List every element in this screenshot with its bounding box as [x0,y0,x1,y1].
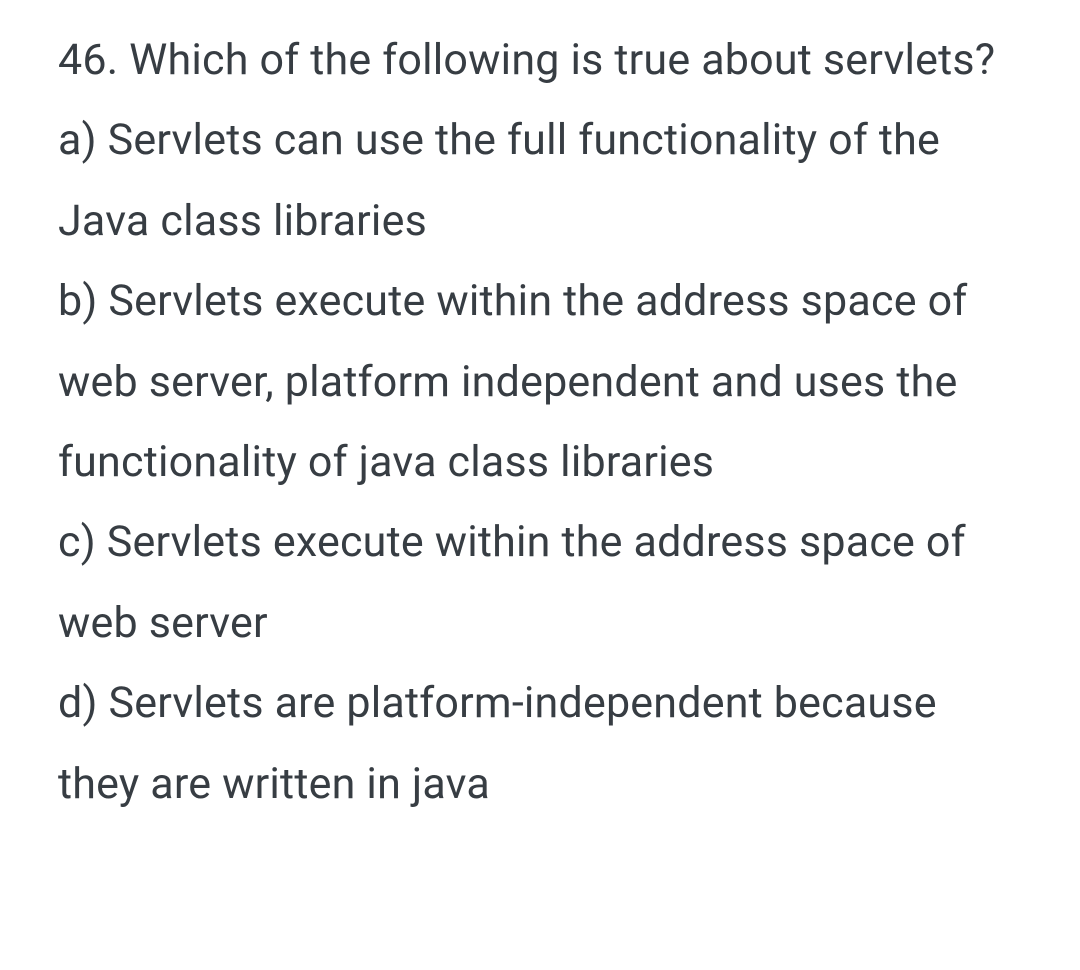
question-block: 46. Which of the following is true about… [58,20,1025,824]
question-text: 46. Which of the following is true about… [58,20,1025,100]
option-a: a) Servlets can use the full functionali… [58,100,1025,261]
option-d: d) Servlets are platform-independent bec… [58,663,1025,824]
option-c: c) Servlets execute within the address s… [58,502,1025,663]
option-b: b) Servlets execute within the address s… [58,261,1025,502]
